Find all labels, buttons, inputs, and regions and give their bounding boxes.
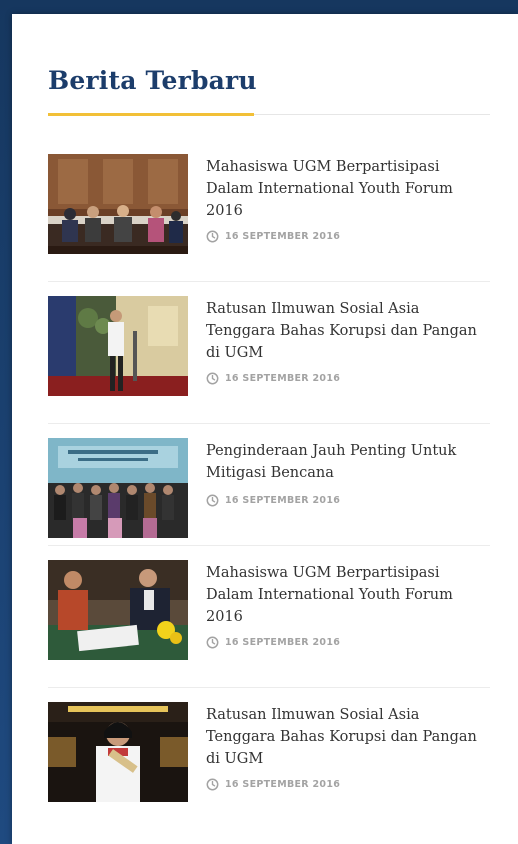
news-item: Ratusan Ilmuwan Sosial Asia Tenggara Bah…	[48, 688, 490, 829]
news-widget: Berita Terbaru Mahasiswa UGM Berpartisip…	[12, 14, 518, 844]
news-thumbnail[interactable]	[48, 560, 188, 660]
photo-conference	[48, 154, 188, 254]
news-date: 16 SEPTEMBER 2016	[225, 373, 341, 384]
news-date: 16 SEPTEMBER 2016	[225, 231, 341, 242]
news-date: 16 SEPTEMBER 2016	[225, 495, 341, 506]
news-headline-link[interactable]: Mahasiswa UGM Berpartisipasi Dalam Inter…	[206, 156, 488, 222]
news-thumbnail[interactable]	[48, 296, 188, 396]
news-headline-link[interactable]: Mahasiswa UGM Berpartisipasi Dalam Inter…	[206, 562, 488, 628]
news-date: 16 SEPTEMBER 2016	[225, 779, 341, 790]
title-accent-bar	[48, 113, 254, 116]
clock-icon	[206, 778, 219, 791]
news-meta: 16 SEPTEMBER 2016	[206, 636, 340, 649]
clock-icon	[206, 230, 219, 243]
photo-award	[48, 702, 188, 802]
news-meta: 16 SEPTEMBER 2016	[206, 372, 340, 385]
news-thumbnail[interactable]	[48, 438, 188, 538]
clock-icon	[206, 372, 219, 385]
news-headline-link[interactable]: Penginderaan Jauh Penting Untuk Mitigasi…	[206, 440, 488, 484]
clock-icon	[206, 494, 219, 507]
news-item: Ratusan Ilmuwan Sosial Asia Tenggara Bah…	[48, 282, 490, 424]
photo-group	[48, 438, 188, 538]
news-meta: 16 SEPTEMBER 2016	[206, 778, 340, 791]
news-headline-link[interactable]: Ratusan Ilmuwan Sosial Asia Tenggara Bah…	[206, 298, 488, 364]
news-headline-link[interactable]: Ratusan Ilmuwan Sosial Asia Tenggara Bah…	[206, 704, 488, 770]
news-item: Mahasiswa UGM Berpartisipasi Dalam Inter…	[48, 546, 490, 688]
news-date: 16 SEPTEMBER 2016	[225, 637, 341, 648]
news-meta: 16 SEPTEMBER 2016	[206, 494, 340, 507]
photo-speaker	[48, 296, 188, 396]
widget-title: Berita Terbaru	[48, 66, 257, 95]
photo-signing	[48, 560, 188, 660]
news-thumbnail[interactable]	[48, 154, 188, 254]
news-meta: 16 SEPTEMBER 2016	[206, 230, 340, 243]
news-item: Mahasiswa UGM Berpartisipasi Dalam Inter…	[48, 140, 490, 282]
news-list: Mahasiswa UGM Berpartisipasi Dalam Inter…	[48, 140, 490, 829]
news-item: Penginderaan Jauh Penting Untuk Mitigasi…	[48, 424, 490, 546]
news-thumbnail[interactable]	[48, 702, 188, 802]
clock-icon	[206, 636, 219, 649]
